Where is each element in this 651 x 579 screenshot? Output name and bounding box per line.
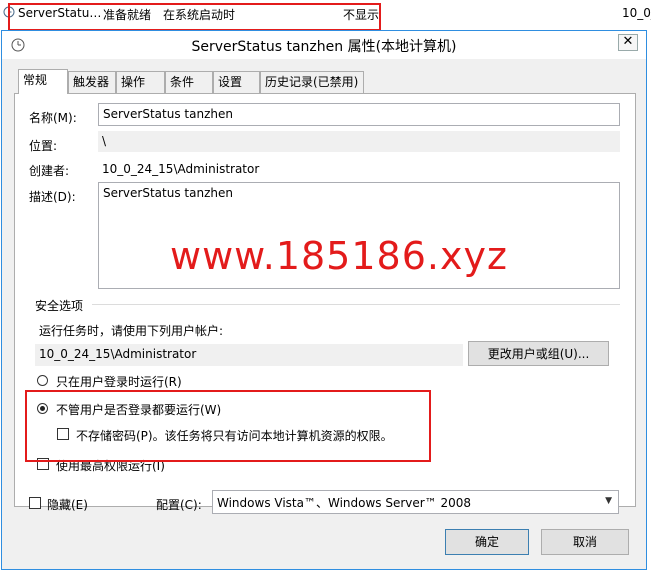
tab-label: 触发器 (73, 75, 110, 89)
tab-label: 常规 (23, 73, 48, 87)
dialog-title: ServerStatus tanzhen 属性(本地计算机) (191, 39, 457, 55)
ok-button[interactable]: 确定 (445, 529, 529, 555)
highlight-box-task-row (8, 3, 381, 31)
cancel-button[interactable]: 取消 (541, 529, 629, 555)
tab-triggers[interactable]: 触发器 (68, 71, 116, 93)
tab-settings[interactable]: 设置 (213, 71, 260, 93)
configure-select-value: Windows Vista™、Windows Server™ 2008 (217, 496, 472, 510)
close-icon: ✕ (622, 34, 634, 49)
description-label: 描述(D): (29, 190, 76, 204)
description-text: ServerStatus tanzhen (103, 186, 233, 200)
author-label: 创建者: (29, 164, 70, 178)
run-as-account: 10_0_24_15\Administrator (35, 344, 463, 366)
task-author: 10_0_ (622, 6, 651, 20)
radio-logged-on[interactable] (37, 375, 48, 386)
close-button[interactable]: ✕ (618, 34, 638, 51)
tab-label: 设置 (218, 75, 243, 89)
chevron-down-icon: ▼ (605, 496, 612, 506)
hidden-label: 隐藏(E) (47, 498, 88, 512)
tab-history[interactable]: 历史记录(已禁用) (260, 71, 364, 93)
configure-label: 配置(C): (156, 498, 202, 512)
run-as-label: 运行任务时，请使用下列用户帐户: (39, 324, 224, 338)
radio-logged-on-label: 只在用户登录时运行(R) (56, 375, 182, 389)
highlight-box-security (25, 390, 431, 462)
name-label: 名称(M): (29, 111, 77, 125)
tab-actions[interactable]: 操作 (116, 71, 165, 93)
tab-label: 操作 (121, 75, 146, 89)
dialog-titlebar: ServerStatus tanzhen 属性(本地计算机) ✕ (2, 31, 646, 59)
change-user-button[interactable]: 更改用户或组(U)... (468, 341, 609, 366)
location-value: \ (98, 131, 620, 152)
name-field[interactable]: ServerStatus tanzhen (98, 103, 620, 126)
properties-dialog: ServerStatus tanzhen 属性(本地计算机) ✕ 常规 触发器 … (1, 30, 647, 570)
security-group-label: 安全选项 (35, 299, 84, 313)
group-divider (92, 304, 620, 305)
tab-label: 历史记录(已禁用) (265, 75, 359, 89)
watermark-text: www.185186.xyz (170, 234, 508, 278)
configure-select[interactable]: Windows Vista™、Windows Server™ 2008 ▼ (212, 490, 619, 514)
hidden-checkbox[interactable] (29, 497, 41, 509)
tab-label: 条件 (170, 75, 195, 89)
tab-general[interactable]: 常规 (18, 69, 68, 94)
tab-conditions[interactable]: 条件 (165, 71, 213, 93)
author-value: 10_0_24_15\Administrator (102, 162, 260, 176)
location-label: 位置: (29, 139, 58, 153)
